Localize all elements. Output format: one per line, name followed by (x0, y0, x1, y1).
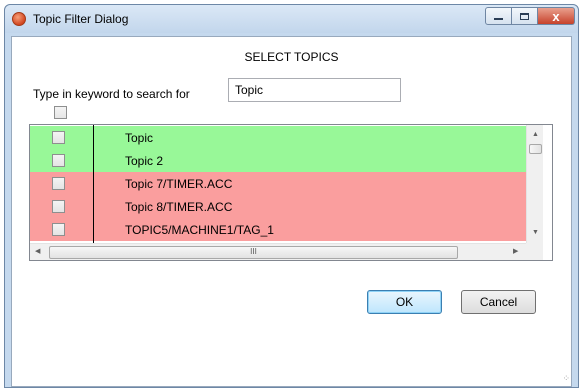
resize-grip-icon[interactable]: ⁘ (562, 373, 569, 384)
title-bar[interactable]: Topic Filter Dialog x (5, 5, 578, 33)
column-divider (93, 125, 94, 243)
topic-row[interactable]: Topic 8/TIMER.ACC (30, 195, 526, 218)
search-label: Type in keyword to search for (33, 87, 190, 101)
minimize-button[interactable] (485, 7, 512, 25)
ok-button[interactable]: OK (367, 290, 442, 314)
topic-name: Topic 7/TIMER.ACC (125, 177, 233, 191)
select-all-checkbox[interactable] (54, 106, 67, 119)
maximize-button[interactable] (512, 7, 538, 25)
topic-row[interactable]: TOPIC5/MACHINE1/TAG_1 (30, 218, 526, 241)
scroll-corner (526, 243, 543, 260)
topic-checkbox[interactable] (52, 154, 65, 167)
dialog-heading: SELECT TOPICS (244, 50, 339, 64)
close-button[interactable]: x (538, 7, 575, 25)
scroll-up-arrow-icon[interactable]: ▲ (532, 131, 539, 139)
search-input[interactable] (228, 78, 401, 102)
topic-name: Topic (125, 131, 154, 145)
scroll-down-arrow-icon[interactable]: ▼ (532, 229, 539, 237)
dialog-content: SELECT TOPICS Type in keyword to search … (11, 36, 572, 387)
topic-name: Topic 2 (125, 154, 164, 168)
scroll-left-arrow-icon[interactable]: ◀ (35, 248, 40, 256)
horizontal-scrollbar[interactable]: ◀ III ▶ (30, 243, 526, 260)
vertical-scrollbar[interactable]: ▲ ▼ (526, 125, 543, 243)
topic-filter-dialog: Topic Filter Dialog x SELECT TOPICS Type… (4, 4, 579, 388)
maximize-icon (520, 12, 529, 20)
horizontal-scroll-thumb[interactable]: III (49, 246, 458, 259)
cancel-button[interactable]: Cancel (461, 290, 536, 314)
topic-checkbox[interactable] (52, 131, 65, 144)
scroll-right-arrow-icon[interactable]: ▶ (513, 248, 518, 256)
topic-checkbox[interactable] (52, 177, 65, 190)
window-title: Topic Filter Dialog (33, 12, 129, 26)
topic-checkbox[interactable] (52, 200, 65, 213)
topic-name: TOPIC5/MACHINE1/TAG_1 (125, 223, 274, 237)
topic-row[interactable]: Topic 2 (30, 149, 526, 172)
topic-row[interactable]: Topic (30, 126, 526, 149)
minimize-icon (494, 18, 503, 20)
topic-row[interactable]: Topic 7/TIMER.ACC (30, 172, 526, 195)
vertical-scroll-thumb[interactable] (529, 144, 542, 154)
topic-list: TOPIC5/MACHINE1/TAG_1 Topic 8/TIMER.ACC To… (29, 124, 553, 261)
close-icon: x (552, 8, 560, 24)
topic-checkbox[interactable] (52, 223, 65, 236)
app-logo-icon (12, 12, 26, 26)
topic-name: Topic 8/TIMER.ACC (125, 200, 233, 214)
